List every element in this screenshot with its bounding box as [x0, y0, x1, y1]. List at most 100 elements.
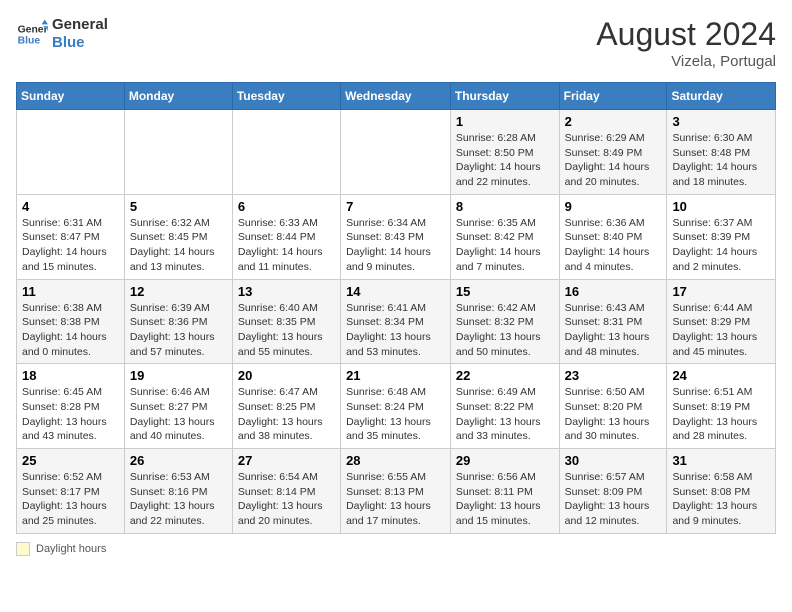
calendar-cell: 9 Sunrise: 6:36 AM Sunset: 8:40 PM Daylig…: [559, 194, 667, 279]
col-header-sunday: Sunday: [17, 83, 125, 110]
day-number: 27: [238, 453, 335, 468]
day-number: 12: [130, 284, 227, 299]
week-row: 25 Sunrise: 6:52 AM Sunset: 8:17 PM Dayli…: [17, 449, 776, 534]
day-info: Sunrise: 6:53 AM Sunset: 8:16 PM Dayligh…: [130, 470, 227, 529]
calendar-cell: 19 Sunrise: 6:46 AM Sunset: 8:27 PM Dayli…: [124, 364, 232, 449]
title-block: August 2024 Vizela, Portugal: [596, 16, 776, 70]
calendar-cell: 13 Sunrise: 6:40 AM Sunset: 8:35 PM Dayli…: [232, 279, 340, 364]
day-number: 31: [672, 453, 770, 468]
day-info: Sunrise: 6:33 AM Sunset: 8:44 PM Dayligh…: [238, 216, 335, 275]
day-info: Sunrise: 6:51 AM Sunset: 8:19 PM Dayligh…: [672, 385, 770, 444]
day-info: Sunrise: 6:56 AM Sunset: 8:11 PM Dayligh…: [456, 470, 554, 529]
daylight-box: [16, 542, 30, 556]
day-number: 14: [346, 284, 445, 299]
day-info: Sunrise: 6:43 AM Sunset: 8:31 PM Dayligh…: [565, 301, 662, 360]
day-info: Sunrise: 6:41 AM Sunset: 8:34 PM Dayligh…: [346, 301, 445, 360]
calendar-cell: 26Sunrise: 6:53 AM Sunset: 8:16 PM Dayli…: [124, 449, 232, 534]
day-number: 10: [672, 199, 770, 214]
day-number: 29: [456, 453, 554, 468]
day-number: 30: [565, 453, 662, 468]
calendar-cell: 28 Sunrise: 6:55 AM Sunset: 8:13 PM Dayli…: [341, 449, 451, 534]
day-info: Sunrise: 6:57 AM Sunset: 8:09 PM Dayligh…: [565, 470, 662, 529]
day-info: Sunrise: 6:37 AM Sunset: 8:39 PM Dayligh…: [672, 216, 770, 275]
logo-icon: General Blue: [16, 18, 48, 50]
day-info: Sunrise: 6:29 AM Sunset: 8:49 PM Dayligh…: [565, 131, 662, 190]
week-row: 18 Sunrise: 6:45 AM Sunset: 8:28 PM Dayli…: [17, 364, 776, 449]
col-header-friday: Friday: [559, 83, 667, 110]
page-header: General Blue General Blue August 2024 Vi…: [16, 16, 776, 70]
day-info: Sunrise: 6:55 AM Sunset: 8:13 PM Dayligh…: [346, 470, 445, 529]
day-number: 13: [238, 284, 335, 299]
day-info: Sunrise: 6:58 AM Sunset: 8:08 PM Dayligh…: [672, 470, 770, 529]
day-info: Sunrise: 6:47 AM Sunset: 8:25 PM Dayligh…: [238, 385, 335, 444]
calendar-table: SundayMondayTuesdayWednesdayThursdayFrid…: [16, 82, 776, 534]
calendar-cell: 20Sunrise: 6:47 AM Sunset: 8:25 PM Dayli…: [232, 364, 340, 449]
day-info: Sunrise: 6:36 AM Sunset: 8:40 PM Dayligh…: [565, 216, 662, 275]
calendar-cell: 7Sunrise: 6:34 AM Sunset: 8:43 PM Daylig…: [341, 194, 451, 279]
calendar-cell: 4Sunrise: 6:31 AM Sunset: 8:47 PM Daylig…: [17, 194, 125, 279]
week-row: 11 Sunrise: 6:38 AM Sunset: 8:38 PM Dayli…: [17, 279, 776, 364]
col-header-wednesday: Wednesday: [341, 83, 451, 110]
calendar-cell: 11 Sunrise: 6:38 AM Sunset: 8:38 PM Dayli…: [17, 279, 125, 364]
calendar-cell: 15Sunrise: 6:42 AM Sunset: 8:32 PM Dayli…: [450, 279, 559, 364]
day-info: Sunrise: 6:31 AM Sunset: 8:47 PM Dayligh…: [22, 216, 119, 275]
day-number: 1: [456, 114, 554, 129]
calendar-cell: 21Sunrise: 6:48 AM Sunset: 8:24 PM Dayli…: [341, 364, 451, 449]
day-number: 28: [346, 453, 445, 468]
day-number: 9: [565, 199, 662, 214]
calendar-cell: 8Sunrise: 6:35 AM Sunset: 8:42 PM Daylig…: [450, 194, 559, 279]
calendar-cell: 12 Sunrise: 6:39 AM Sunset: 8:36 PM Dayli…: [124, 279, 232, 364]
calendar-header-row: SundayMondayTuesdayWednesdayThursdayFrid…: [17, 83, 776, 110]
logo-blue: Blue: [52, 34, 108, 52]
day-number: 18: [22, 368, 119, 383]
day-info: Sunrise: 6:28 AM Sunset: 8:50 PM Dayligh…: [456, 131, 554, 190]
day-number: 22: [456, 368, 554, 383]
col-header-tuesday: Tuesday: [232, 83, 340, 110]
footer: Daylight hours: [16, 542, 776, 556]
day-info: Sunrise: 6:46 AM Sunset: 8:27 PM Dayligh…: [130, 385, 227, 444]
col-header-saturday: Saturday: [667, 83, 776, 110]
col-header-monday: Monday: [124, 83, 232, 110]
calendar-cell: 3 Sunrise: 6:30 AM Sunset: 8:48 PM Daylig…: [667, 110, 776, 195]
week-row: 1 Sunrise: 6:28 AM Sunset: 8:50 PM Daylig…: [17, 110, 776, 195]
day-number: 2: [565, 114, 662, 129]
daylight-label: Daylight hours: [36, 543, 106, 555]
day-info: Sunrise: 6:40 AM Sunset: 8:35 PM Dayligh…: [238, 301, 335, 360]
day-info: Sunrise: 6:39 AM Sunset: 8:36 PM Dayligh…: [130, 301, 227, 360]
day-number: 7: [346, 199, 445, 214]
calendar-cell: 1 Sunrise: 6:28 AM Sunset: 8:50 PM Daylig…: [450, 110, 559, 195]
calendar-cell: [17, 110, 125, 195]
calendar-cell: 10 Sunrise: 6:37 AM Sunset: 8:39 PM Dayli…: [667, 194, 776, 279]
calendar-cell: 27Sunrise: 6:54 AM Sunset: 8:14 PM Dayli…: [232, 449, 340, 534]
day-number: 25: [22, 453, 119, 468]
calendar-cell: 30 Sunrise: 6:57 AM Sunset: 8:09 PM Dayli…: [559, 449, 667, 534]
calendar-cell: 24 Sunrise: 6:51 AM Sunset: 8:19 PM Dayli…: [667, 364, 776, 449]
calendar-cell: 17 Sunrise: 6:44 AM Sunset: 8:29 PM Dayli…: [667, 279, 776, 364]
day-number: 3: [672, 114, 770, 129]
day-number: 15: [456, 284, 554, 299]
calendar-cell: 5Sunrise: 6:32 AM Sunset: 8:45 PM Daylig…: [124, 194, 232, 279]
location: Vizela, Portugal: [596, 53, 776, 70]
calendar-cell: [232, 110, 340, 195]
day-number: 24: [672, 368, 770, 383]
calendar-cell: 6Sunrise: 6:33 AM Sunset: 8:44 PM Daylig…: [232, 194, 340, 279]
day-number: 17: [672, 284, 770, 299]
day-info: Sunrise: 6:50 AM Sunset: 8:20 PM Dayligh…: [565, 385, 662, 444]
day-number: 19: [130, 368, 227, 383]
day-info: Sunrise: 6:45 AM Sunset: 8:28 PM Dayligh…: [22, 385, 119, 444]
day-info: Sunrise: 6:38 AM Sunset: 8:38 PM Dayligh…: [22, 301, 119, 360]
calendar-cell: 18 Sunrise: 6:45 AM Sunset: 8:28 PM Dayli…: [17, 364, 125, 449]
day-number: 5: [130, 199, 227, 214]
calendar-cell: 25 Sunrise: 6:52 AM Sunset: 8:17 PM Dayli…: [17, 449, 125, 534]
col-header-thursday: Thursday: [450, 83, 559, 110]
day-info: Sunrise: 6:52 AM Sunset: 8:17 PM Dayligh…: [22, 470, 119, 529]
calendar-cell: 29 Sunrise: 6:56 AM Sunset: 8:11 PM Dayli…: [450, 449, 559, 534]
logo-general: General: [52, 16, 108, 34]
day-info: Sunrise: 6:49 AM Sunset: 8:22 PM Dayligh…: [456, 385, 554, 444]
day-info: Sunrise: 6:44 AM Sunset: 8:29 PM Dayligh…: [672, 301, 770, 360]
calendar-cell: 31 Sunrise: 6:58 AM Sunset: 8:08 PM Dayli…: [667, 449, 776, 534]
day-number: 11: [22, 284, 119, 299]
week-row: 4Sunrise: 6:31 AM Sunset: 8:47 PM Daylig…: [17, 194, 776, 279]
day-info: Sunrise: 6:30 AM Sunset: 8:48 PM Dayligh…: [672, 131, 770, 190]
calendar-cell: 23Sunrise: 6:50 AM Sunset: 8:20 PM Dayli…: [559, 364, 667, 449]
